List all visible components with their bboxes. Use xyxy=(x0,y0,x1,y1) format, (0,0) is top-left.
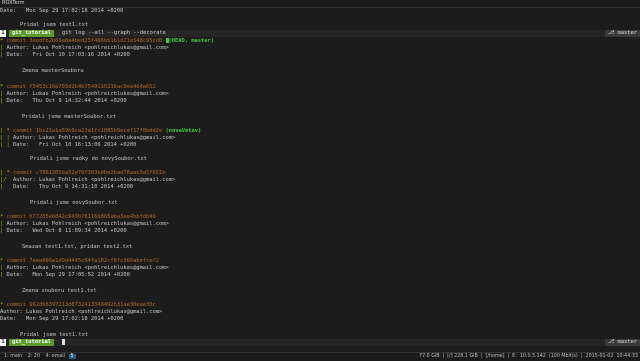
commit-message: Zmena souboru test1.txt xyxy=(22,288,97,294)
commit-message: Zmena masterSouboru xyxy=(22,68,84,74)
window-title: ROXTerm xyxy=(2,0,25,6)
commit-hash-line: * commit 962db6397213d8732413349492b31ae… xyxy=(0,302,156,308)
prompt-command: git log --all --graph --decorate xyxy=(62,30,166,36)
text-cursor xyxy=(62,339,65,345)
commit-hash-line: | * commit 1bc21a1a59b9ca23a1fc1085b9ece… xyxy=(0,128,202,134)
commit-author: | Author: Lukas Pohlreich <pohlreichluka… xyxy=(0,265,169,271)
commit-hash-line: * commit 3eedfb2b69a8a4bed25f486bb1b1d21… xyxy=(0,38,214,45)
commit-hash: commit 962db6397213d8732413349492b31ae30… xyxy=(6,302,156,308)
prompt-arrow-icon: ▶ xyxy=(50,30,54,36)
commit-message: Pridali jsme radky do novySoubor.txt xyxy=(30,156,147,162)
commit-author: | | Author: Lukas Pohlreich <pohlreichlu… xyxy=(0,135,176,141)
commit-refs: (HEAD, master) xyxy=(168,38,214,44)
workspace-5[interactable]: 5 xyxy=(68,354,76,359)
commit-hash-line: * commit 077205e6042c949b76116b865aba3ee… xyxy=(0,214,156,220)
commit-message: Pridal jsem test1.txt xyxy=(20,332,89,338)
prompt-number: 1 xyxy=(0,30,6,37)
commit-date: | Date: Mon Sep 29 17:05:52 2014 +0200 xyxy=(0,272,130,278)
commit-message: Pridali jsme novySoubor.txt xyxy=(30,200,118,206)
branch-name: master xyxy=(617,30,637,36)
commit-author: | Author: Lukas Pohlreich <pohlreichluka… xyxy=(0,45,169,51)
commit-date: | Date: Thu Oct 9 14:32:44 2014 +0200 xyxy=(0,98,127,104)
commit-hash-line: * commit f5453c16e793d2b4b7549110236ac9e… xyxy=(0,84,156,90)
workspace-4[interactable]: 4: email xyxy=(44,354,67,359)
prompt-branch: ⎇ master xyxy=(605,30,640,37)
branch-icon: ⎇ xyxy=(608,30,618,36)
prompt-line: 1 git_tutorial ▶ git log --all --graph -… xyxy=(0,30,640,37)
prompt-line-active[interactable]: 1 git_tutorial ▶ ⎇ master xyxy=(0,339,640,346)
workspace-2[interactable]: 2: 20 xyxy=(26,354,42,359)
commit-hash: commit 077205e6042c949b76116b865aba3ee4b… xyxy=(6,214,156,220)
commit-hash: commit 1bc21a1a59b9ca23a1fc1085b9ecef17f… xyxy=(12,128,163,134)
workspace-1[interactable]: 1: main xyxy=(2,354,24,359)
commit-refs: (novaVetev) xyxy=(165,128,202,134)
prompt-cwd: git_tutorial xyxy=(9,30,54,37)
prev-message: Pridal jsem test1.txt xyxy=(20,22,89,28)
prompt-branch: ⎇ master xyxy=(605,339,640,346)
commit-message: Pridali jsme masterSoubor.txt xyxy=(22,114,117,120)
prompt-arrow-icon: ▶ xyxy=(50,339,54,345)
commit-author: |/ Author: Lukas Pohlreich <pohlreichluk… xyxy=(0,177,176,183)
prompt-cwd: git_tutorial xyxy=(9,339,54,346)
commit-hash: commit c7861305ba52e76f383b0be2bad78aac3… xyxy=(12,170,166,176)
branch-icon: ⎇ xyxy=(608,339,618,345)
prev-date-line: Date: Mon Sep 29 17:02:18 2014 +0200 xyxy=(0,8,124,14)
commit-date: Date: Mon Sep 29 17:02:18 2014 +0200 xyxy=(0,316,124,322)
commit-hash-line: | * commit c7861305ba52e76f383b0be2bad78… xyxy=(0,170,166,176)
commit-author: | Author: Lukas Pohlreich <pohlreichluka… xyxy=(0,221,169,227)
terminal-area[interactable]: Date: Mon Sep 29 17:02:18 2014 +0200 Pri… xyxy=(0,8,640,348)
window-titlebar: ROXTerm xyxy=(0,0,640,8)
commit-author: Author: Lukas Pohlreich <pohlreichlukas@… xyxy=(0,309,163,315)
commit-message: Smazan test1.txt, pridan test2.txt xyxy=(22,244,133,250)
commit-hash: commit f5453c16e793d2b4b7549110236ac9ea4… xyxy=(6,84,156,90)
commit-author: | Author: Lukas Pohlreich <pohlreichluka… xyxy=(0,91,169,97)
prompt-input[interactable] xyxy=(62,339,65,346)
commit-date: | Date: Wed Oct 8 11:09:34 2014 +0200 xyxy=(0,228,127,234)
commit-date: | Date: Thu Oct 9 14:31:10 2014 +0200 xyxy=(0,184,134,190)
commit-date: | | Date: Fri Oct 10 16:13:06 2014 +0200 xyxy=(0,142,137,148)
commit-hash: commit 3eedfb2b69a8a4bed25f486bb1b1d21e5… xyxy=(6,38,163,44)
commit-date: | Date: Fri Oct 10 17:03:16 2014 +0200 xyxy=(0,52,130,58)
prompt-number: 1 xyxy=(0,339,6,346)
commit-hash-line: * commit 7eee066e1d9d4445c54fa102cf6fc36… xyxy=(0,258,160,264)
branch-name: master xyxy=(617,339,637,345)
commit-hash: commit 7eee066e1d9d4445c54fa102cf6fc366a… xyxy=(6,258,160,264)
